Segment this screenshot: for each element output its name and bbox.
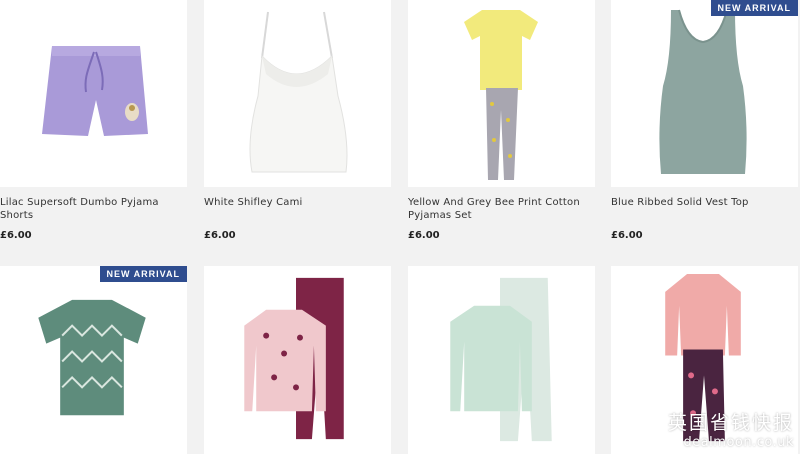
product-card-5[interactable]: NEW ARRIVAL	[0, 266, 187, 454]
product-price: £6.00	[0, 230, 32, 241]
mint-pyjama-set-image	[450, 277, 552, 442]
product-card-4[interactable]: NEW ARRIVAL Blue Ribbed Solid Vest Top £…	[611, 0, 798, 241]
dealmoon-watermark: 英国省钱快报 dealmoon.co.uk	[668, 408, 794, 450]
product-name[interactable]: Lilac Supersoft Dumbo Pyjama Shorts	[0, 196, 187, 222]
product-name[interactable]: White Shifley Cami	[204, 196, 391, 222]
product-image-white-cami[interactable]	[204, 0, 391, 187]
new-arrival-badge: NEW ARRIVAL	[710, 0, 798, 16]
product-image-pink-burgundy-set[interactable]	[204, 266, 391, 454]
yellow-grey-pyjama-set-image	[464, 10, 538, 180]
product-price: £6.00	[408, 230, 440, 241]
green-print-tshirt-image	[38, 299, 146, 416]
lilac-pyjama-shorts-image	[42, 46, 148, 136]
product-image-lilac-shorts[interactable]	[0, 0, 187, 187]
product-card-3[interactable]: Yellow And Grey Bee Print Cotton Pyjamas…	[408, 0, 595, 241]
product-card-6[interactable]	[204, 266, 391, 454]
product-name[interactable]: Yellow And Grey Bee Print Cotton Pyjamas…	[408, 196, 595, 222]
new-arrival-badge: NEW ARRIVAL	[99, 266, 187, 282]
product-price: £6.00	[611, 230, 643, 241]
white-cami-image	[249, 11, 348, 173]
product-image-yellow-grey-set[interactable]	[408, 0, 595, 187]
pink-burgundy-pyjama-set-image	[244, 277, 344, 440]
product-card-7[interactable]	[408, 266, 595, 454]
product-image-mint-set[interactable]	[408, 266, 595, 454]
blue-vest-top-image	[659, 9, 747, 174]
product-image-blue-vest[interactable]: NEW ARRIVAL	[611, 0, 798, 187]
product-price: £6.00	[204, 230, 236, 241]
watermark-url-text: dealmoon.co.uk	[683, 435, 794, 450]
product-image-green-tshirt[interactable]: NEW ARRIVAL	[0, 266, 187, 454]
product-card-2[interactable]: White Shifley Cami £6.00	[204, 0, 391, 241]
watermark-chinese-text: 英国省钱快报	[667, 412, 794, 434]
product-card-1[interactable]: Lilac Supersoft Dumbo Pyjama Shorts £6.0…	[0, 0, 187, 241]
product-name[interactable]: Blue Ribbed Solid Vest Top	[611, 196, 798, 222]
